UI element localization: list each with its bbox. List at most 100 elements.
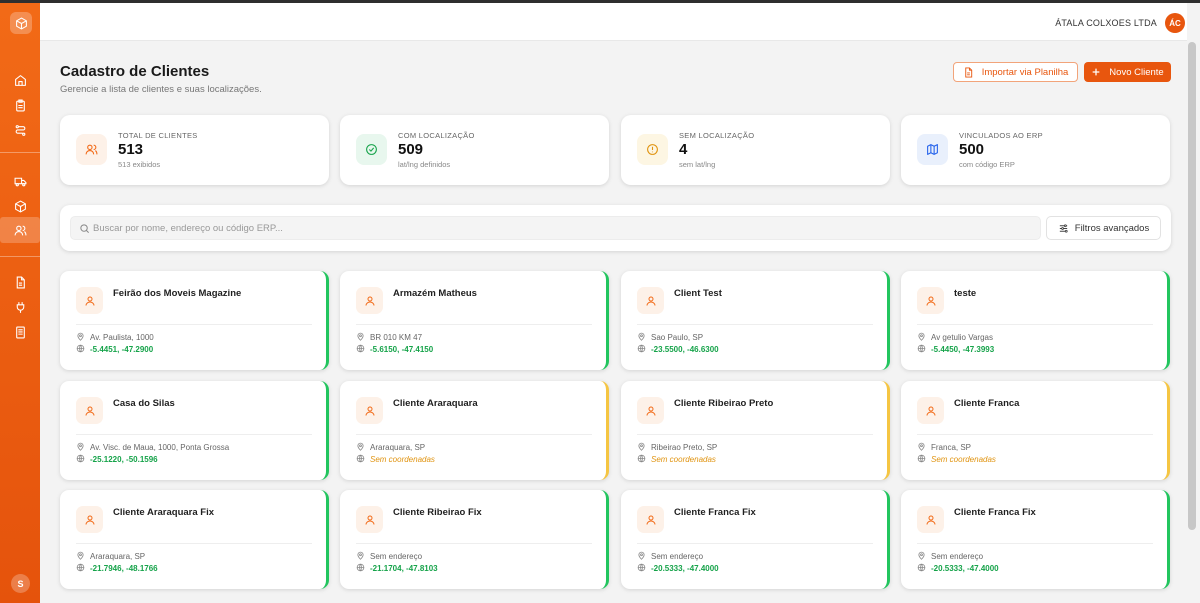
user-icon xyxy=(917,397,944,424)
plus-icon xyxy=(1092,68,1100,76)
client-address: Franca, SP xyxy=(917,442,971,453)
sliders-icon xyxy=(1059,223,1068,233)
client-name: Cliente Franca xyxy=(954,398,1020,409)
client-card[interactable]: Cliente Ribeirao Fix Sem endereço -21.1704… xyxy=(340,490,609,589)
sidebar-item-integrations[interactable] xyxy=(8,296,32,318)
package-icon[interactable] xyxy=(10,12,32,34)
sidebar-item-documents[interactable] xyxy=(8,321,32,343)
user-icon xyxy=(637,287,664,314)
check-circle-icon xyxy=(356,134,387,165)
search-box xyxy=(70,216,1041,240)
client-name: Cliente Franca Fix xyxy=(954,507,1036,518)
address-text: Av. Visc. de Maua, 1000, Ponta Grossa xyxy=(90,443,230,452)
map-pin-icon xyxy=(356,332,365,343)
new-client-button[interactable]: Novo Cliente xyxy=(1084,62,1171,82)
client-card[interactable]: Cliente Franca Fix Sem endereço -20.5333, … xyxy=(901,490,1170,589)
globe-icon xyxy=(76,563,85,574)
globe-icon xyxy=(356,563,365,574)
stat-card-without-location: SEM LOCALIZAÇÃO 4 sem lat/lng xyxy=(621,115,890,185)
user-icon xyxy=(637,397,664,424)
address-text: Av. Paulista, 1000 xyxy=(90,333,154,342)
client-card[interactable]: Cliente Araraquara Fix Araraquara, SP -21.… xyxy=(60,490,329,589)
receipt-icon xyxy=(15,326,25,338)
client-card[interactable]: Casa do Silas Av. Visc. de Maua, 1000, Po… xyxy=(60,381,329,480)
sidebar-item-reports[interactable] xyxy=(8,271,32,293)
search-icon xyxy=(80,224,89,233)
client-address: Av getulio Vargas xyxy=(917,332,993,343)
address-text: Franca, SP xyxy=(931,443,972,452)
map-pin-icon xyxy=(917,442,926,453)
stat-value: 500 xyxy=(959,141,985,158)
client-coordinates: -21.1704, -47.8103 xyxy=(356,563,438,574)
client-name: Feirão dos Moveis Magazine xyxy=(113,288,242,299)
map-icon xyxy=(917,134,948,165)
coordinates-text: -5.4450, -47.3993 xyxy=(931,345,995,354)
card-divider xyxy=(76,434,312,435)
stat-value: 4 xyxy=(679,141,688,158)
globe-icon xyxy=(637,563,646,574)
stat-label: COM LOCALIZAÇÃO xyxy=(398,131,475,140)
card-divider xyxy=(637,543,873,544)
stat-card-with-location: COM LOCALIZAÇÃO 509 lat/lng definidos xyxy=(340,115,609,185)
client-card[interactable]: Cliente Ribeirao Preto Ribeirao Preto, SP… xyxy=(621,381,890,480)
stat-card-total: TOTAL DE CLIENTES 513 513 exibidos xyxy=(60,115,329,185)
coordinates-text: -20.5333, -47.4000 xyxy=(931,564,999,573)
client-card[interactable]: Client Test Sao Paulo, SP -23.5500, -46.63… xyxy=(621,271,890,370)
alert-circle-icon xyxy=(637,134,668,165)
sidebar-item-clipboard[interactable] xyxy=(8,94,32,116)
card-divider xyxy=(637,434,873,435)
sidebar-item-routes[interactable] xyxy=(8,119,32,141)
advanced-filters-button[interactable]: Filtros avançados xyxy=(1046,216,1161,240)
client-card[interactable]: Cliente Franca Franca, SP Sem coordenadas xyxy=(901,381,1170,480)
client-name: Cliente Ribeirao Preto xyxy=(674,398,774,409)
stat-value: 509 xyxy=(398,141,424,158)
address-text: Sem endereço xyxy=(931,552,984,561)
map-pin-icon xyxy=(917,551,926,562)
import-button-label: Importar via Planilha xyxy=(981,66,1069,78)
sidebar-item-home[interactable] xyxy=(8,69,32,91)
client-card[interactable]: Armazém Matheus BR 010 KM 47 -5.6150, -47.… xyxy=(340,271,609,370)
file-icon xyxy=(16,276,25,288)
coordinates-text: -5.6150, -47.4150 xyxy=(370,345,434,354)
client-card[interactable]: Cliente Araraquara Araraquara, SP Sem coor… xyxy=(340,381,609,480)
sidebar-item-products[interactable] xyxy=(8,195,32,217)
coordinates-text: -25.1220, -50.1596 xyxy=(90,455,158,464)
import-spreadsheet-button[interactable]: Importar via Planilha xyxy=(953,62,1078,82)
client-address: Av. Visc. de Maua, 1000, Ponta Grossa xyxy=(76,442,229,453)
stat-sub: lat/lng definidos xyxy=(398,160,451,169)
sidebar-divider xyxy=(0,152,40,153)
search-input[interactable] xyxy=(93,217,1033,239)
page-scrollbar[interactable] xyxy=(1188,42,1196,530)
card-divider xyxy=(917,324,1153,325)
user-avatar[interactable]: S xyxy=(11,574,30,593)
page-title: Cadastro de Clientes xyxy=(60,63,210,80)
client-name: Casa do Silas xyxy=(113,398,175,409)
client-coordinates: -5.4450, -47.3993 xyxy=(917,344,994,355)
globe-icon xyxy=(637,344,646,355)
user-icon xyxy=(356,287,383,314)
address-text: Sem endereço xyxy=(651,552,704,561)
client-coordinates: Sem coordenadas xyxy=(637,454,716,465)
globe-icon xyxy=(917,454,926,465)
page-subtitle: Gerencie a lista de clientes e suas loca… xyxy=(60,84,262,95)
map-pin-icon xyxy=(356,442,365,453)
client-card[interactable]: teste Av getulio Vargas -5.4450, -47.3993 xyxy=(901,271,1170,370)
card-divider xyxy=(917,543,1153,544)
client-coordinates: -21.7946, -48.1766 xyxy=(76,563,158,574)
client-card[interactable]: Feirão dos Moveis Magazine Av. Paulista, … xyxy=(60,271,329,370)
home-icon xyxy=(14,74,26,86)
client-coordinates: -20.5333, -47.4000 xyxy=(917,563,999,574)
company-avatar[interactable]: ÁC xyxy=(1165,13,1185,33)
client-name: Armazém Matheus xyxy=(393,288,477,299)
sidebar-item-clients[interactable] xyxy=(0,217,40,243)
sidebar-item-delivery[interactable] xyxy=(8,170,32,192)
coordinates-text: -21.1704, -47.8103 xyxy=(370,564,438,573)
address-text: Sao Paulo, SP xyxy=(651,333,704,342)
coordinates-text: -23.5500, -46.6300 xyxy=(651,345,719,354)
user-icon xyxy=(917,506,944,533)
client-address: BR 010 KM 47 xyxy=(356,332,422,343)
globe-icon xyxy=(356,344,365,355)
card-divider xyxy=(76,324,312,325)
client-card[interactable]: Cliente Franca Fix Sem endereço -20.5333, … xyxy=(621,490,890,589)
stat-sub: 513 exibidos xyxy=(118,160,161,169)
